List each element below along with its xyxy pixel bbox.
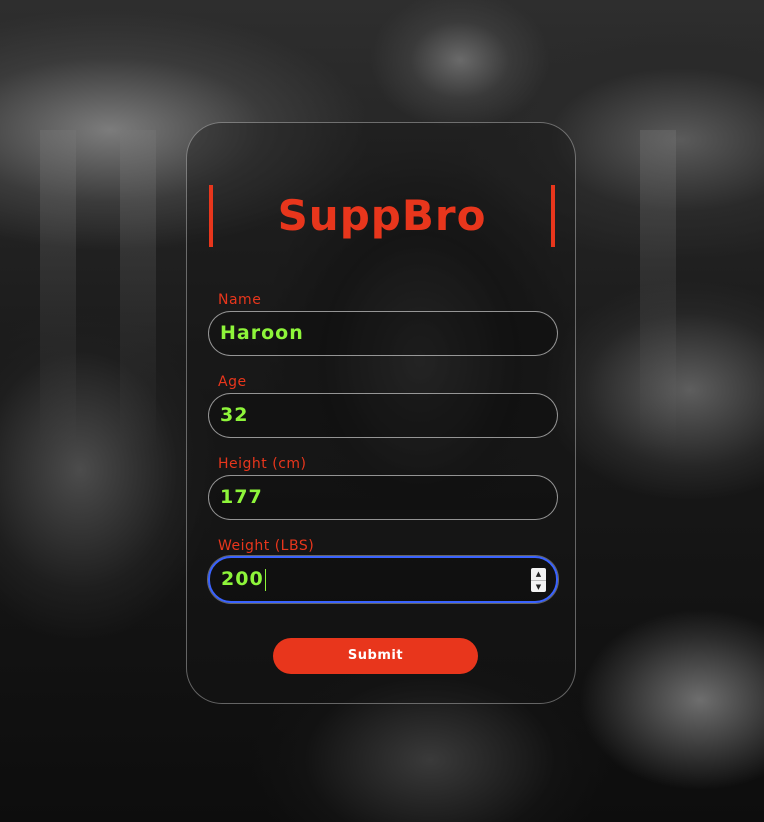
background-column [640,130,676,450]
chevron-down-icon[interactable]: ▼ [531,580,546,592]
app-title: SuppBro [277,191,487,240]
age-input[interactable]: 32 [208,393,558,438]
title-banner: SuppBro [209,185,555,247]
weight-value-wrap: 200 [221,558,266,601]
name-label: Name [218,292,262,308]
submit-button[interactable]: Submit [273,638,478,674]
height-value: 177 [220,486,263,508]
number-spinner[interactable]: ▲ ▼ [531,568,546,592]
form-card: SuppBro Name Haroon Age 32 Height (cm) 1… [186,122,576,704]
name-input[interactable]: Haroon [208,311,558,356]
background-column [120,130,156,450]
text-caret [264,568,266,591]
weight-label: Weight (LBS) [218,538,315,554]
chevron-up-icon[interactable]: ▲ [531,568,546,580]
age-label: Age [218,374,247,390]
weight-value: 200 [221,568,264,590]
height-label: Height (cm) [218,456,307,472]
name-value: Haroon [220,322,304,344]
age-value: 32 [220,404,249,426]
weight-input[interactable]: 200 ▲ ▼ [208,556,558,603]
height-input[interactable]: 177 [208,475,558,520]
background-column [40,130,76,450]
